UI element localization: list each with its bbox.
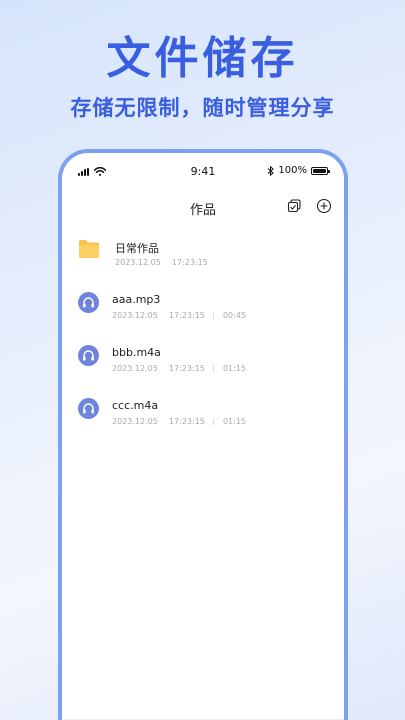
meta-divider [213, 418, 215, 425]
file-duration: 01:15 [222, 417, 246, 426]
bluetooth-icon [268, 165, 275, 176]
file-duration: 01:15 [222, 364, 246, 373]
headphones-icon [78, 292, 99, 313]
file-list: 日常作品 2023.12.05 17:23:15 aaa.mp3 2023.12… [78, 239, 334, 451]
file-name: 日常作品 [115, 242, 159, 255]
file-time: 17:23:15 [168, 364, 205, 373]
nav-bar: 作品 [62, 193, 344, 221]
file-meta: 2023.12.05 17:23:15 01:15 [112, 417, 246, 426]
file-date: 2023.12.05 [112, 417, 158, 426]
battery-icon [311, 166, 330, 175]
nav-actions [286, 198, 332, 214]
file-duration: 00:45 [222, 311, 246, 320]
select-icon[interactable] [286, 198, 302, 214]
battery-percent: 100% [278, 165, 307, 176]
file-time: 17:23:15 [171, 258, 208, 267]
file-name: aaa.mp3 [112, 293, 161, 306]
file-meta: 2023.12.05 17:23:15 01:15 [112, 364, 246, 373]
file-date: 2023.12.05 [112, 311, 158, 320]
folder-icon [79, 240, 99, 258]
file-time: 17:23:15 [168, 311, 205, 320]
add-icon[interactable] [316, 198, 332, 214]
file-meta: 2023.12.05 17:23:15 [115, 258, 208, 267]
meta-divider [213, 312, 215, 319]
headphones-icon [78, 398, 99, 419]
file-name: ccc.m4a [112, 399, 159, 412]
file-row-audio[interactable]: bbb.m4a 2023.12.05 17:23:15 01:15 [78, 345, 334, 398]
promo-subline: 存储无限制，随时管理分享 [70, 96, 335, 120]
file-meta: 2023.12.05 17:23:15 00:45 [112, 311, 246, 320]
file-date: 2023.12.05 [112, 364, 158, 373]
file-row-audio[interactable]: aaa.mp3 2023.12.05 17:23:15 00:45 [78, 292, 334, 345]
meta-divider [213, 365, 215, 372]
file-name: bbb.m4a [112, 346, 161, 359]
headphones-icon [78, 345, 99, 366]
promo-headline: 文件储存 [106, 33, 299, 84]
status-bar: 9:41 100% [62, 153, 344, 189]
file-date: 2023.12.05 [115, 258, 161, 267]
file-row-folder[interactable]: 日常作品 2023.12.05 17:23:15 [78, 239, 334, 292]
status-right: 100% [267, 165, 330, 176]
file-row-audio[interactable]: ccc.m4a 2023.12.05 17:23:15 01:15 [78, 398, 334, 451]
phone-frame: 9:41 100% 作品 日常作品 2023.12.05 17:23:15 aa… [58, 149, 348, 720]
file-time: 17:23:15 [168, 417, 205, 426]
